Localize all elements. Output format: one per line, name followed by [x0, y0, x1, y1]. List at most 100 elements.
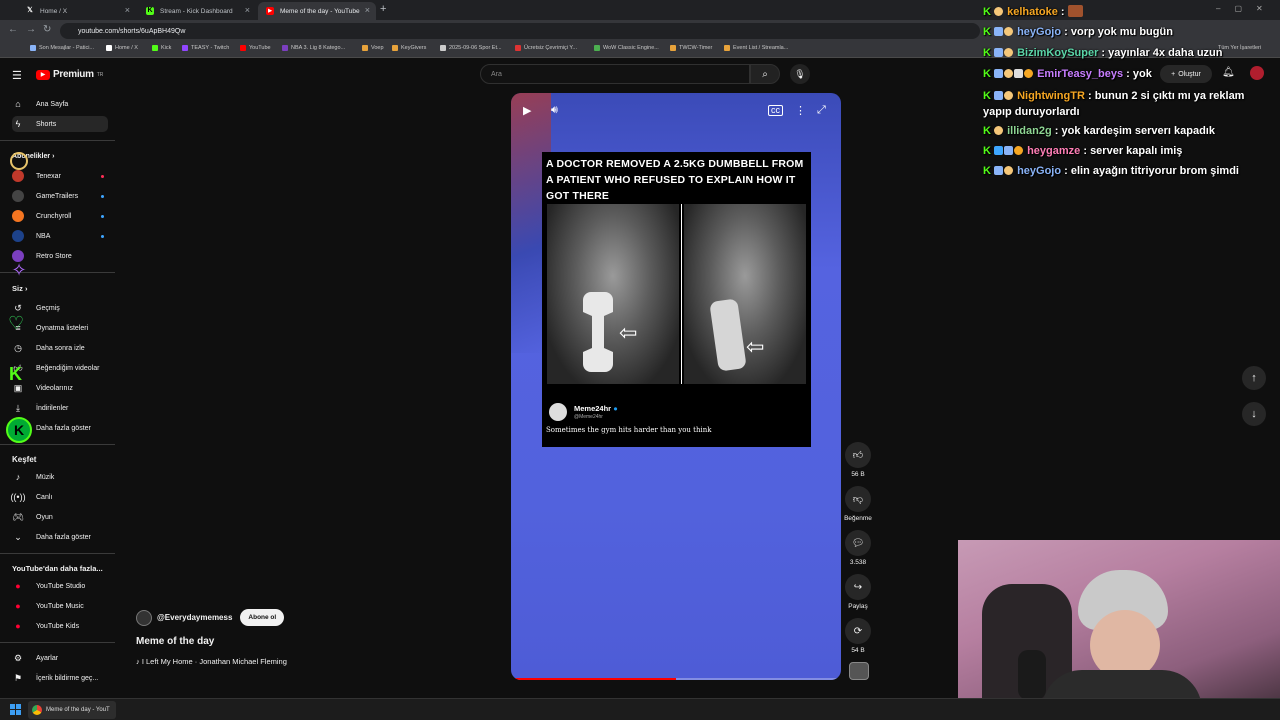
sidebar-item-yt-kids[interactable]: ● YouTube Kids: [12, 618, 112, 634]
tab-x[interactable]: 𝕏 Home / X ×: [18, 2, 136, 20]
sidebar-item-yt-studio[interactable]: ● YouTube Studio: [12, 578, 112, 594]
dislike-icon: 👎︎: [845, 486, 871, 512]
notifications-icon[interactable]: 🔔︎: [1222, 67, 1235, 78]
bookmark-item[interactable]: Ücretsiz Çevrimiçi Y...: [515, 45, 577, 51]
sidebar-item-crunchyroll[interactable]: Crunchyroll: [12, 208, 112, 224]
progress-fill: [511, 678, 676, 680]
browser-tab-bar: 𝕏 Home / X × K Stream - Kick Dashboard ×…: [0, 0, 1280, 20]
all-bookmarks[interactable]: Tüm Yer İşaretleri: [1218, 45, 1261, 51]
remix-button[interactable]: ⟳ 54 B: [843, 618, 873, 654]
chat-user: kelhatoke: [1007, 6, 1058, 18]
sidebar-item-home[interactable]: ⌂ Ana Sayfa: [12, 96, 112, 112]
bookmark-item[interactable]: KeyGivers: [392, 45, 426, 51]
sidebar-item-label: NBA: [36, 232, 51, 240]
arrow-down-icon: ↓: [1251, 408, 1257, 420]
meme-avatar: [549, 403, 567, 421]
close-icon[interactable]: ✕: [1256, 4, 1263, 13]
music-credit[interactable]: ♪ I Left My Home · Jonathan Michael Flem…: [136, 657, 287, 666]
download-icon: ⤓: [16, 402, 20, 413]
bookmark-item[interactable]: TWCW-Timer: [670, 45, 712, 51]
search-button[interactable]: ⌕: [750, 64, 780, 84]
chevron-down-icon: ⌄: [14, 531, 22, 542]
close-icon[interactable]: ×: [125, 5, 130, 15]
youtube-icon: ▶: [266, 7, 274, 15]
chat-text: yayınlar 4x daha uzun: [1108, 47, 1223, 59]
maximize-icon[interactable]: ▢: [1234, 4, 1242, 13]
share-button[interactable]: ↪ Paylaş: [843, 574, 873, 610]
chat-message: K BizimKoySuper : yayınlar 4x daha uzun: [983, 47, 1223, 59]
sidebar-item-settings[interactable]: ⚙ Ayarlar: [12, 650, 112, 666]
sidebar-item-shorts[interactable]: ϟ Shorts: [12, 116, 108, 132]
reload-icon[interactable]: ↻: [43, 24, 51, 35]
sidebar-item-watch-later[interactable]: ◷ Daha sonra izle: [12, 340, 112, 356]
avatar[interactable]: [1250, 66, 1264, 80]
forward-icon[interactable]: →: [26, 24, 36, 35]
sidebar-item-nba[interactable]: NBA: [12, 228, 112, 244]
next-short-button[interactable]: ↓: [1242, 402, 1266, 426]
sidebar-item-yt-music[interactable]: ● YouTube Music: [12, 598, 112, 614]
search-input[interactable]: Ara: [480, 64, 750, 84]
avatar: [12, 210, 24, 222]
bookmark-item[interactable]: YouTube: [240, 45, 271, 51]
taskbar-app-chrome[interactable]: Meme of the day - YouT: [28, 701, 116, 719]
bookmark-item[interactable]: Voep: [362, 45, 384, 51]
new-tab-button[interactable]: +: [380, 3, 386, 15]
plus-icon: +: [1171, 70, 1176, 78]
live-icon: ((•)): [10, 492, 26, 502]
sidebar-item-playlists[interactable]: ≡ Oynatma listeleri: [12, 320, 112, 336]
sidebar-item-history[interactable]: ↺ Geçmiş: [12, 300, 112, 316]
url-field[interactable]: youtube.com/shorts/6uApBH49Qw: [60, 23, 980, 39]
captions-button[interactable]: cc: [768, 105, 783, 116]
volume-button[interactable]: 🔊︎: [551, 104, 558, 117]
bookmark-item[interactable]: Event List / Streamla...: [724, 45, 788, 51]
bookmark-item[interactable]: TEASY - Twitch: [182, 45, 229, 51]
sidebar-item-label: Videolarınız: [36, 384, 73, 392]
previous-short-button[interactable]: ↑: [1242, 366, 1266, 390]
live-dot: [101, 174, 104, 178]
bookmark-item[interactable]: Home / X: [106, 45, 138, 51]
channel-avatar[interactable]: [136, 609, 152, 626]
sidebar-item-gametrailers[interactable]: GameTrailers: [12, 188, 112, 204]
close-icon[interactable]: ×: [365, 5, 370, 15]
sidebar-item-label: YouTube Studio: [36, 582, 86, 590]
channel-name[interactable]: @Everydaymemess: [157, 613, 232, 622]
close-icon[interactable]: ×: [245, 5, 250, 15]
sidebar-item-downloads[interactable]: ⤓ İndirilenler: [12, 400, 112, 416]
sidebar-item-tenexar[interactable]: Tenexar: [12, 168, 112, 184]
voice-search-button[interactable]: 🎙︎: [790, 64, 810, 84]
play-button[interactable]: ▶: [523, 104, 539, 120]
bookmark-item[interactable]: Son Mesajlar - Patici...: [30, 45, 94, 51]
back-icon[interactable]: ←: [8, 24, 18, 35]
bookmark-item[interactable]: Kick: [152, 45, 171, 51]
bookmark-item[interactable]: 2025-09-06 Spor Et...: [440, 45, 502, 51]
like-button[interactable]: 👍︎ 56 B: [843, 442, 873, 478]
microphone: [1018, 650, 1046, 700]
bookmark-item[interactable]: WoW Classic Engine...: [594, 45, 659, 51]
subscribe-button[interactable]: Abone ol: [240, 609, 285, 626]
start-icon[interactable]: [10, 704, 21, 715]
dislike-button[interactable]: 👎︎ Beğenme: [843, 486, 873, 522]
menu-icon[interactable]: ☰: [12, 69, 22, 82]
sidebar-item-report-history[interactable]: ⚑ İçerik bildirme geç...: [12, 670, 112, 686]
sidebar-item-label: Oynatma listeleri: [36, 324, 89, 332]
shorts-player[interactable]: ▶ 🔊︎ cc ⋮ ⤢ A DOCTOR REMOVED A 2.5KG DUM…: [511, 93, 841, 680]
comments-button[interactable]: 💬︎ 3.538: [843, 530, 873, 566]
you-title[interactable]: Siz ›: [12, 284, 27, 293]
sidebar-item-live[interactable]: ((•)) Canlı: [10, 489, 112, 505]
progress-track[interactable]: [511, 678, 841, 680]
fullscreen-button[interactable]: ⤢: [817, 104, 826, 117]
chat-text: elin ayağın titriyorur brom şimdi: [1070, 165, 1239, 177]
more-options-icon[interactable]: ⋮: [795, 104, 806, 117]
sidebar-item-explore-more[interactable]: ⌄ Daha fazla göster: [12, 529, 112, 545]
sidebar-item-gaming[interactable]: 🎮︎ Oyun: [12, 509, 112, 525]
search-icon: ⌕: [762, 68, 768, 80]
chat-user: heyGojo: [1017, 165, 1062, 177]
youtube-logo[interactable]: ▶ Premium TR: [36, 69, 103, 80]
sidebar-item-music[interactable]: ♪ Müzik: [12, 469, 112, 485]
bookmark-item[interactable]: NBA 3. Lig 8 Katego...: [282, 45, 345, 51]
tab-kick[interactable]: K Stream - Kick Dashboard ×: [138, 2, 256, 20]
minimize-icon[interactable]: –: [1216, 4, 1220, 13]
tab-youtube[interactable]: ▶ Meme of the day - YouTube ×: [258, 2, 376, 20]
create-button[interactable]: + Oluştur: [1160, 65, 1212, 83]
sound-thumbnail[interactable]: [849, 662, 869, 680]
